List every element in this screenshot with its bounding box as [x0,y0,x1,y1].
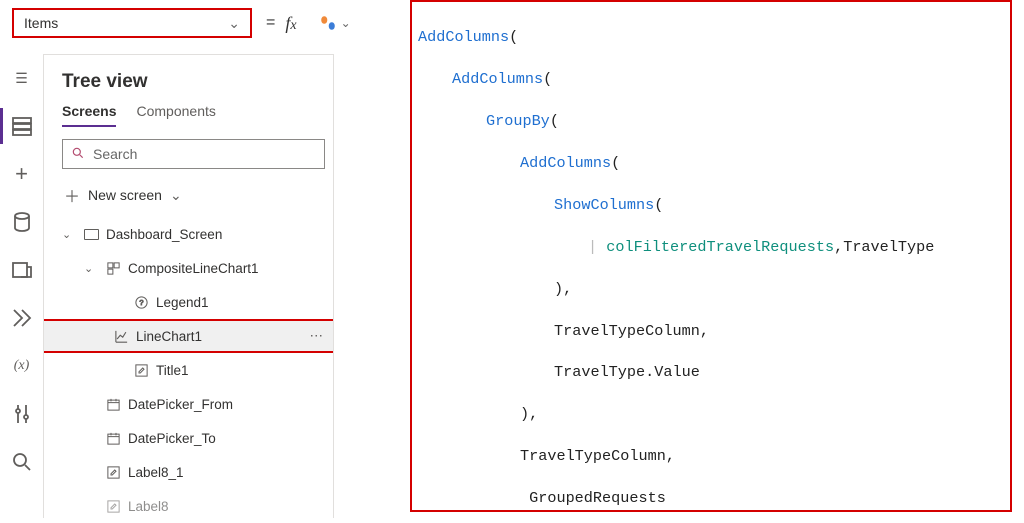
edit-icon [104,499,122,514]
tree-item-label: DatePicker_From [128,397,233,412]
property-selector-value: Items [24,15,58,31]
chevron-down-icon: ⌄ [170,187,182,204]
tree-item-datepicker-from[interactable]: DatePicker_From [62,387,325,421]
tree-item-chart-group[interactable]: ⌄ CompositeLineChart1 [62,251,325,285]
screen-icon [82,229,100,240]
tree-item-screen[interactable]: ⌄ Dashboard_Screen [62,217,325,251]
left-nav-rail: ☰ + (x) [0,54,44,518]
tree-item-title[interactable]: Title1 [62,353,325,387]
variables-icon[interactable]: (x) [10,354,34,378]
tree-item-label: Title1 [156,363,189,378]
tree-item-label81[interactable]: Label8_1 [62,455,325,489]
tree-item-linechart[interactable]: LineChart1 ⋯ [44,319,333,353]
edit-icon [132,363,150,378]
tree-view-panel: Tree view Screens Components Search ＋ Ne… [44,54,334,518]
line-chart-icon [112,329,130,344]
calendar-icon [104,431,122,446]
formula-editor[interactable]: AddColumns( AddColumns( GroupBy( AddColu… [410,0,1012,512]
panel-title: Tree view [62,71,325,93]
copilot-icon[interactable] [319,14,337,32]
power-automate-icon[interactable] [10,306,34,330]
media-icon[interactable] [10,258,34,282]
search-icon[interactable] [10,450,34,474]
plus-icon: ＋ [64,183,80,207]
chevron-down-icon: ⌄ [341,16,351,30]
tree-item-label: DatePicker_To [128,431,216,446]
search-icon [71,146,85,163]
tree-view-icon[interactable] [10,114,34,138]
edit-icon [104,465,122,480]
tree-list: ⌄ Dashboard_Screen ⌄ CompositeLineChart1… [62,217,325,523]
chevron-down-icon: ⌄ [228,15,240,32]
tools-icon[interactable] [10,402,34,426]
tree-item-label: Label8 [128,499,169,514]
chart-group-icon [104,261,122,276]
tree-item-label: Legend1 [156,295,209,310]
help-icon: ? [132,295,150,310]
equals-sign: = [266,14,275,32]
insert-icon[interactable]: + [10,162,34,186]
new-screen-button[interactable]: ＋ New screen ⌄ [62,179,325,217]
tab-screens[interactable]: Screens [62,103,116,127]
tree-item-legend[interactable]: ? Legend1 [62,285,325,319]
hamburger-icon[interactable]: ☰ [10,66,34,90]
svg-text:?: ? [139,298,143,307]
more-icon[interactable]: ⋯ [310,328,326,344]
tree-item-label: LineChart1 [136,329,202,344]
calendar-icon [104,397,122,412]
chevron-down-icon: ⌄ [84,262,98,275]
tree-item-label: CompositeLineChart1 [128,261,259,276]
search-placeholder: Search [93,146,137,162]
tree-item-label: Label8_1 [128,465,184,480]
tree-tabs: Screens Components [62,103,325,127]
tree-item-label: Dashboard_Screen [106,227,222,242]
tree-item-datepicker-to[interactable]: DatePicker_To [62,421,325,455]
new-screen-label: New screen [88,187,162,203]
tab-components[interactable]: Components [136,103,215,127]
chevron-down-icon: ⌄ [62,228,76,241]
data-icon[interactable] [10,210,34,234]
property-selector[interactable]: Items ⌄ [12,8,252,38]
fx-label: fx [285,13,296,34]
tree-search-input[interactable]: Search [62,139,325,169]
